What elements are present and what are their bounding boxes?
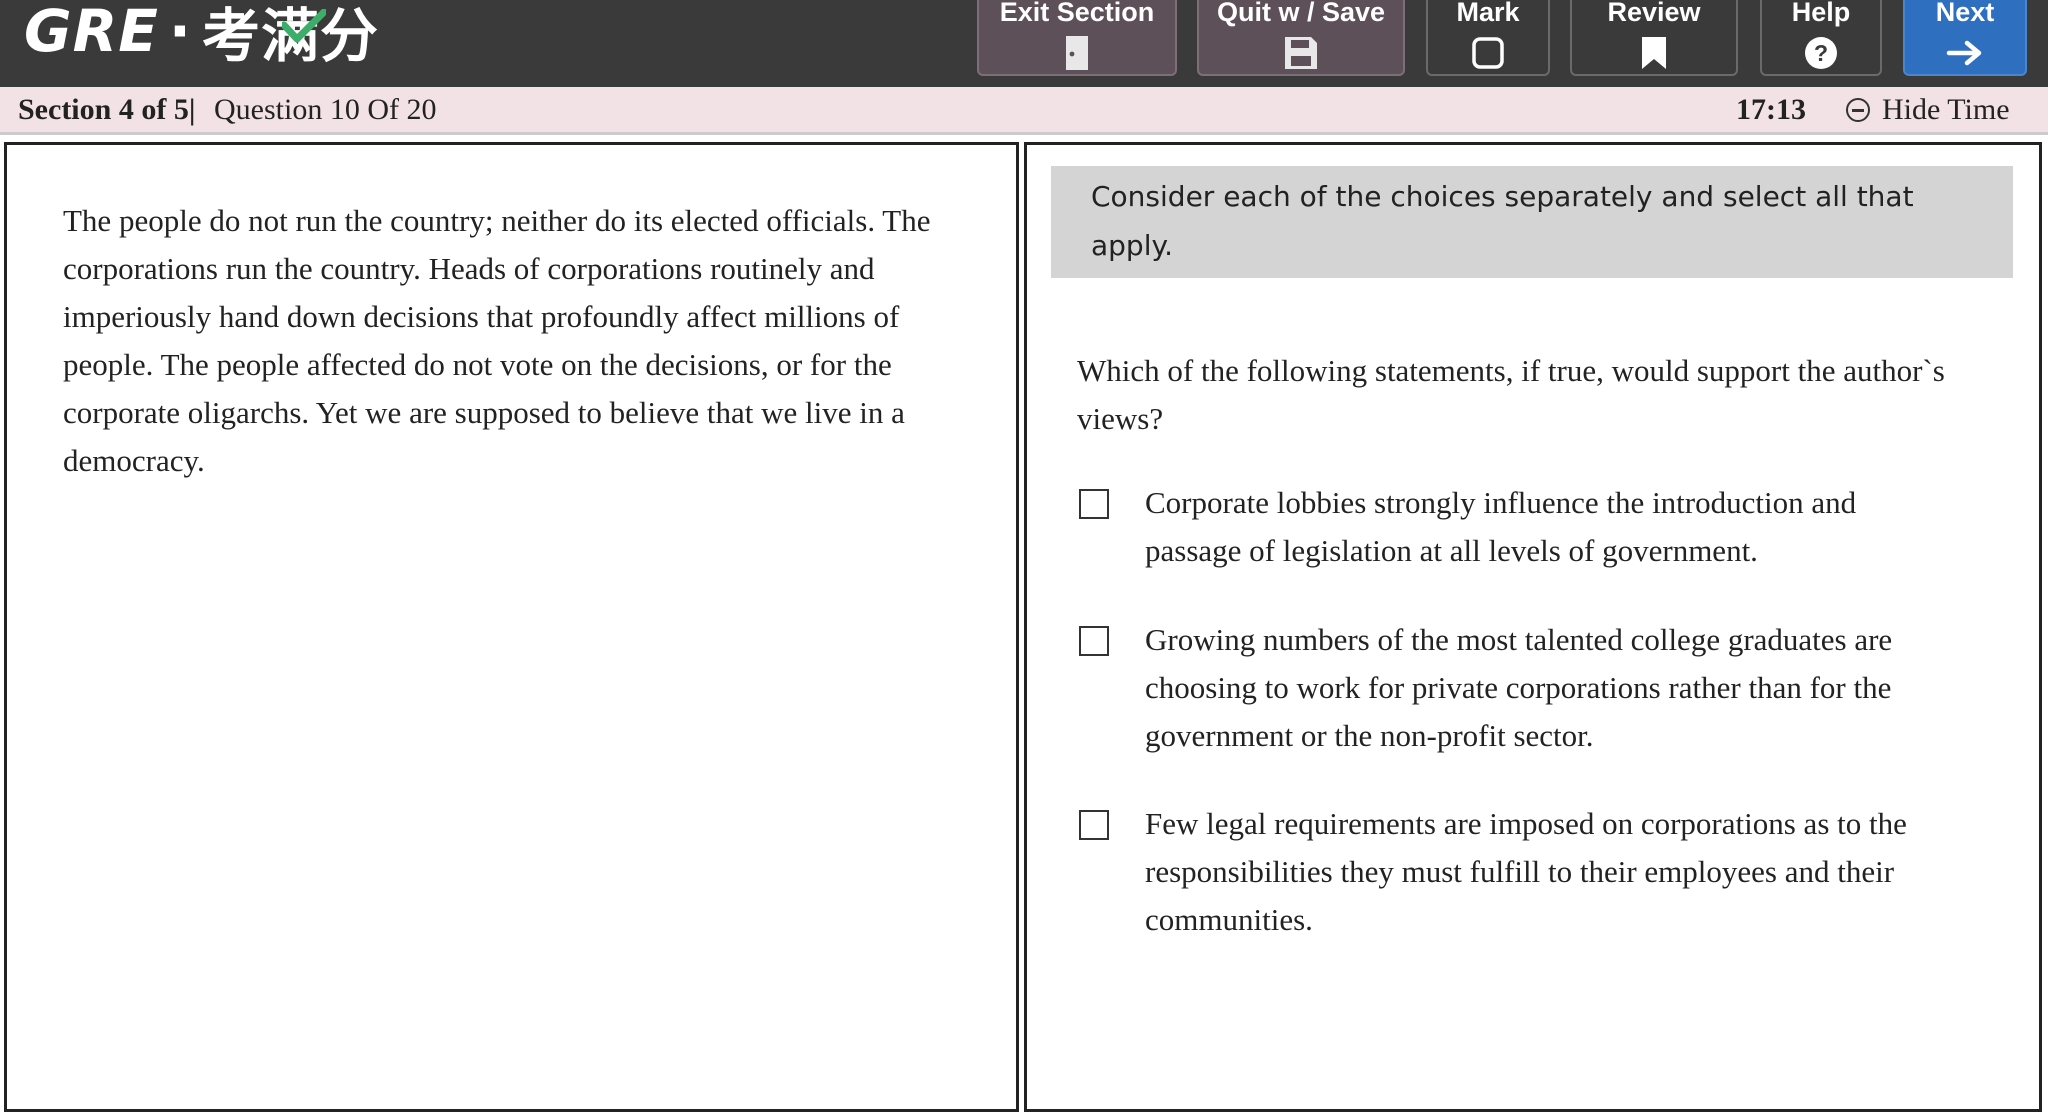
logo-chinese: 考满分 <box>201 2 379 70</box>
exit-section-button[interactable]: Exit Section <box>977 0 1177 76</box>
logo: GRE · 考满分 <box>24 0 379 70</box>
help-label: Help <box>1791 0 1851 27</box>
exit-section-label: Exit Section <box>999 0 1155 27</box>
section-indicator: Section 4 of 5| <box>18 93 196 126</box>
svg-text:?: ? <box>1814 40 1828 66</box>
question-pane: Consider each of the choices separately … <box>1024 142 2042 1112</box>
choice-b-checkbox[interactable] <box>1079 626 1109 656</box>
quit-save-button[interactable]: Quit w / Save <box>1197 0 1405 76</box>
passage-pane: The people do not run the country; neith… <box>4 142 1019 1112</box>
top-toolbar: GRE · 考满分 Exit Section Quit w / Save Mar… <box>0 0 2048 87</box>
question-prompt: Which of the following statements, if tr… <box>1077 353 1945 436</box>
time-remaining: 17:13 <box>1736 93 1806 126</box>
hide-time-toggle[interactable]: Hide Time <box>1846 93 2010 127</box>
door-icon <box>1058 34 1096 72</box>
next-button[interactable]: Next <box>1903 0 2027 76</box>
review-button[interactable]: Review <box>1570 0 1738 76</box>
hide-time-label: Hide Time <box>1882 93 2010 126</box>
logo-dot: · <box>168 0 192 65</box>
status-bar: Section 4 of 5| Question 10 Of 20 17:13 … <box>0 87 2048 135</box>
logo-latin: GRE <box>24 0 159 65</box>
mark-button[interactable]: Mark <box>1426 0 1550 76</box>
choice-c-text: Few legal requirements are imposed on co… <box>1145 806 1907 937</box>
choice-a-text: Corporate lobbies strongly influence the… <box>1145 485 1857 568</box>
passage-text: The people do not run the country; neith… <box>63 203 931 478</box>
bookmark-icon <box>1635 34 1673 72</box>
checkbox-icon <box>1469 34 1507 72</box>
save-icon <box>1282 34 1320 72</box>
choice-c-checkbox[interactable] <box>1079 810 1109 840</box>
arrow-right-icon <box>1946 34 1984 72</box>
instruction-box: Consider each of the choices separately … <box>1051 166 2013 278</box>
mark-label: Mark <box>1456 0 1520 27</box>
question-indicator: Question 10 Of 20 <box>214 93 437 126</box>
check-mark-icon <box>281 9 326 43</box>
help-button[interactable]: Help ? <box>1760 0 1882 76</box>
review-label: Review <box>1607 0 1701 27</box>
question-icon: ? <box>1802 34 1840 72</box>
choice-a-checkbox[interactable] <box>1079 489 1109 519</box>
quit-save-label: Quit w / Save <box>1216 0 1386 27</box>
minus-circle-icon <box>1846 98 1870 122</box>
next-label: Next <box>1935 0 1995 27</box>
choice-b-text: Growing numbers of the most talented col… <box>1145 622 1893 753</box>
